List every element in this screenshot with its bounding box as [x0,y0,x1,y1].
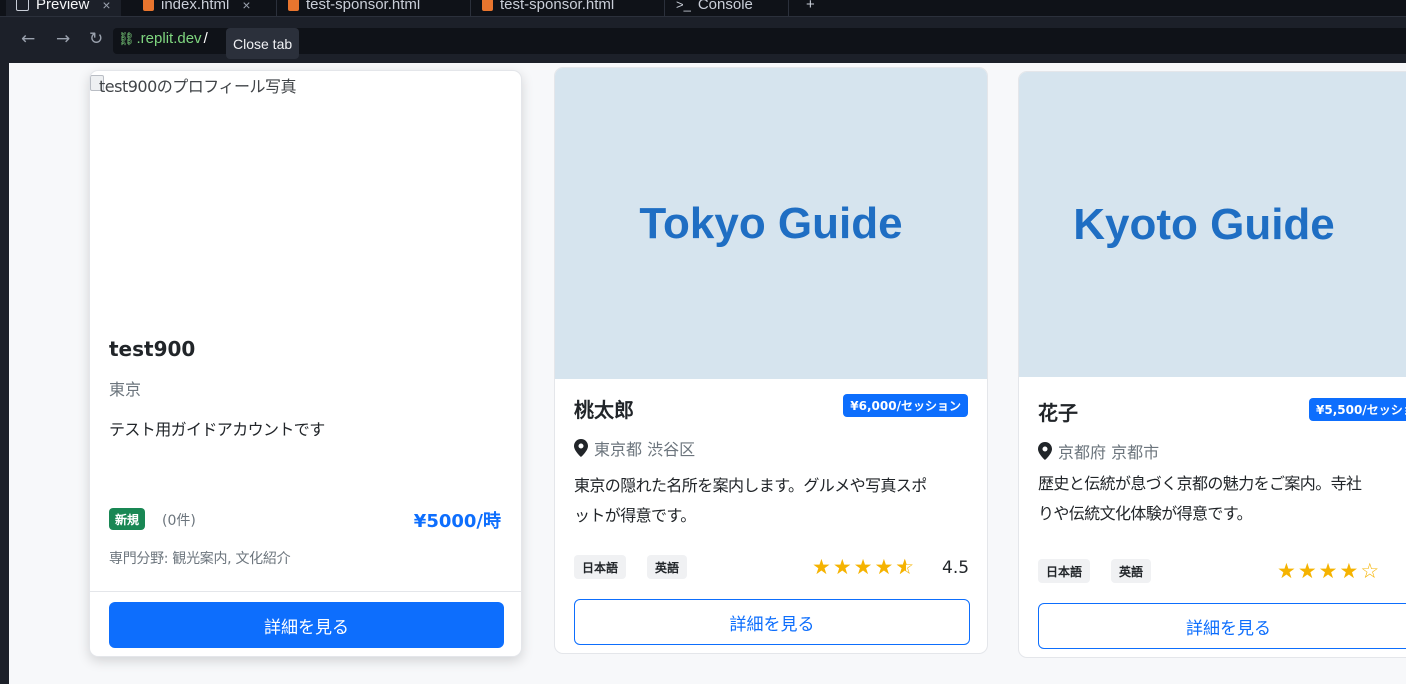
review-count: (0件) [162,513,196,529]
guide-location: 京都府 京都市 [1038,439,1159,463]
star-full-icon: ★ [874,555,894,579]
map-pin-icon [574,439,588,457]
star-rating: ★ ★ ★ ★ ☆ [1277,560,1379,582]
guide-card: Tokyo Guide 桃太郎 ¥6,000/セッション 東京都 渋谷区 東京の… [554,67,988,654]
tab-test-sponsor-html-2[interactable]: test-sponsor.html [472,0,624,16]
profile-photo: test900のプロフィール写真 [90,71,521,335]
guide-card: test900のプロフィール写真 test900 東京 テスト用ガイドアカウント… [89,70,522,657]
star-rating: ★ ★ ★ ★ ★ ☆ [812,556,916,578]
ide-side-strip [0,63,9,684]
url-path: / [203,30,208,47]
preview-url-bar: ← → ↻ ⛓ .replit.dev / [0,17,1406,63]
tab-label: Preview [36,0,90,13]
view-details-button[interactable]: 詳細を見る [574,599,970,645]
description-line: 歴史と伝統が息づく京都の魅力をご案内。寺社 [1038,474,1362,493]
guide-description: 東京の隠れた名所を案内します。グルメや写真スポ ットが得意です。 [574,471,974,531]
guide-name: test900 [109,337,196,361]
html-file-icon [143,0,154,11]
star-full-icon: ★ [1318,559,1338,583]
description-line: りや伝統文化体験が得意です。 [1038,504,1253,523]
reload-icon[interactable]: ↻ [89,29,103,49]
monitor-icon [16,0,29,11]
tab-test-sponsor-html-1[interactable]: test-sponsor.html [278,0,430,16]
tab-label: index.html [161,0,230,13]
hourly-price: ¥5000/時 [413,511,501,532]
tab-label: test-sponsor.html [500,0,615,13]
language-tag: 英語 [647,555,688,579]
session-rate-badge: ¥5,500/セッション [1309,398,1406,421]
url-display[interactable]: ⛓ .replit.dev / [118,30,208,47]
terminal-icon: >_ [676,0,691,12]
url-host: .replit.dev [136,30,202,47]
description-line: ットが得意です。 [574,506,696,525]
tab-divider [788,0,789,16]
star-half-icon: ★ ☆ [895,555,915,579]
location-text: 京都府 京都市 [1058,443,1160,462]
tab-index-html[interactable]: index.html × [133,0,261,16]
specialty: 専門分野: 観光案内, 文化紹介 [109,551,291,567]
close-tab-icon[interactable]: × [242,0,250,13]
card-divider [90,591,521,592]
star-full-icon: ★ [1297,559,1317,583]
close-tab-tooltip: Close tab [226,28,300,59]
language-tag: 英語 [1111,559,1152,583]
star-full-icon: ★ [832,555,852,579]
guide-card: Kyoto Guide 花子 ¥5,500/セッション 京都府 京都市 歴史と伝… [1018,71,1406,658]
tab-divider [276,0,277,16]
close-tab-icon[interactable]: × [102,0,110,13]
back-arrow-icon[interactable]: ← [21,29,35,49]
tab-label: test-sponsor.html [306,0,421,13]
html-file-icon [482,0,493,11]
ide-tab-bar: Preview × index.html × test-sponsor.html… [0,0,1406,17]
guide-description: テスト用ガイドアカウントです [109,420,325,439]
guide-list-page: test900のプロフィール写真 test900 東京 テスト用ガイドアカウント… [9,63,1406,684]
banner-title: Tokyo Guide [639,198,903,248]
view-details-button[interactable]: 詳細を見る [1038,603,1406,649]
banner-title: Kyoto Guide [1073,199,1335,249]
tab-console[interactable]: >_ Console [666,0,763,16]
view-details-button[interactable]: 詳細を見る [109,602,504,648]
language-tag: 日本語 [574,555,627,579]
description-line: 東京の隠れた名所を案内します。グルメや写真スポ [574,476,927,495]
language-tag: 日本語 [1038,559,1091,583]
guide-location: 東京都 渋谷区 [574,436,695,460]
link-icon: ⛓ [118,30,135,46]
guide-banner: Kyoto Guide [1019,72,1406,377]
star-empty-icon: ☆ [1360,559,1380,583]
guide-name: 桃太郎 [574,398,634,422]
tab-preview[interactable]: Preview × [6,0,121,16]
new-badge: 新規 [109,508,146,530]
plus-icon: + [806,0,815,13]
guide-description: 歴史と伝統が息づく京都の魅力をご案内。寺社 りや伝統文化体験が得意です。 [1038,469,1406,529]
tab-label: Console [697,0,753,13]
star-full-icon: ★ [812,555,831,579]
new-tab-button[interactable]: + [796,0,825,16]
star-full-icon: ★ [1339,559,1359,583]
location-text: 東京都 渋谷区 [594,440,696,459]
html-file-icon [288,0,299,11]
tab-divider [470,0,471,16]
star-full-icon: ★ [1277,559,1296,583]
guide-name: 花子 [1038,401,1078,425]
forward-arrow-icon[interactable]: → [56,29,70,49]
url-input[interactable] [113,28,1406,54]
session-rate-badge: ¥6,000/セッション [843,394,968,417]
star-full-icon: ★ [853,555,873,579]
map-pin-icon [1038,442,1052,460]
tab-divider [664,0,665,16]
profile-photo-alt: test900のプロフィール写真 [99,77,296,96]
guide-banner: Tokyo Guide [555,68,987,379]
rating-value: 4.5 [942,558,970,578]
guide-city: 東京 [109,380,142,399]
